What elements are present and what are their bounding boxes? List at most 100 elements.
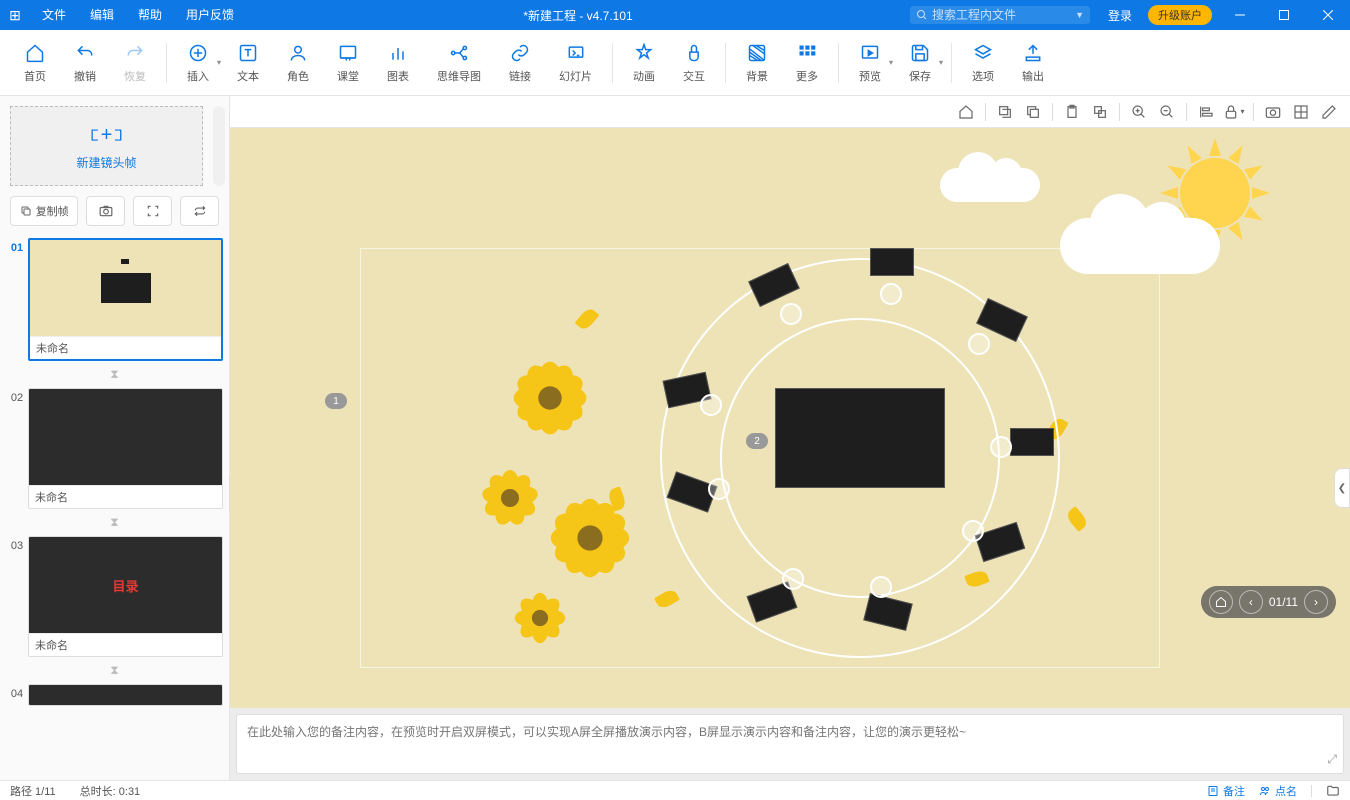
zoom-in-button[interactable] <box>1126 99 1152 125</box>
timer-icon[interactable]: ⧗ <box>6 661 223 684</box>
insert-button[interactable]: 插入▾ <box>173 34 223 92</box>
loop-button[interactable] <box>180 196 219 226</box>
class-icon <box>337 42 359 64</box>
search-box[interactable]: ▼ <box>910 6 1090 24</box>
link-label: 链接 <box>509 68 531 84</box>
redo-icon <box>124 42 146 64</box>
background-button[interactable]: 背景 <box>732 34 782 92</box>
mindmap-button[interactable]: 思维导图 <box>423 34 495 92</box>
undo-button[interactable]: 撤销 <box>60 34 110 92</box>
menu-file[interactable]: 文件 <box>30 0 78 30</box>
save-icon <box>909 42 931 64</box>
expand-icon[interactable]: ⤢ <box>1327 752 1337 767</box>
canvas-toolbar: ▾ <box>230 96 1350 128</box>
notes-toggle-label: 备注 <box>1223 783 1245 799</box>
link-button[interactable]: 链接 <box>495 34 545 92</box>
slide-button[interactable]: 幻灯片 <box>545 34 606 92</box>
path-node[interactable] <box>782 568 804 590</box>
output-label: 输出 <box>1022 68 1044 84</box>
nav-prev-button[interactable]: ‹ <box>1239 590 1263 614</box>
slide-thumbnail-1[interactable]: 未命名 <box>28 238 223 361</box>
snapshot-button[interactable] <box>1260 99 1286 125</box>
rollcall-button[interactable]: 点名 <box>1259 783 1297 799</box>
scrollbar[interactable] <box>213 106 225 186</box>
path-node[interactable] <box>962 520 984 542</box>
toolbar: 首页 撤销 恢复 插入▾ 文本 角色 课堂 图表 思维导图 链接 幻灯片 动画 … <box>0 30 1350 96</box>
right-panel-toggle[interactable]: ❮ <box>1334 468 1350 508</box>
edit-button[interactable] <box>1316 99 1342 125</box>
notes-input[interactable] <box>237 715 1343 773</box>
new-frame-button[interactable]: ┌┐+└┘ 新建镜头帧 <box>10 106 203 186</box>
minimize-button[interactable] <box>1218 0 1262 30</box>
output-button[interactable]: 输出 <box>1008 34 1058 92</box>
window-title: *新建工程 - v4.7.101 <box>246 7 910 24</box>
duplicate-button[interactable] <box>1087 99 1113 125</box>
search-dropdown-icon[interactable]: ▼ <box>1075 10 1084 20</box>
path-marker-1[interactable]: 1 <box>325 393 347 409</box>
nav-home-button[interactable] <box>1209 590 1233 614</box>
path-node[interactable] <box>990 436 1012 458</box>
home-view-button[interactable] <box>953 99 979 125</box>
slide-thumbnail-4[interactable] <box>28 684 223 706</box>
folder-button[interactable] <box>1326 784 1340 798</box>
paste-button[interactable] <box>1059 99 1085 125</box>
copy-button[interactable] <box>1020 99 1046 125</box>
background-icon <box>746 42 768 64</box>
text-button[interactable]: 文本 <box>223 34 273 92</box>
options-button[interactable]: 选项 <box>958 34 1008 92</box>
mini-slide[interactable] <box>1010 428 1054 456</box>
home-button[interactable]: 首页 <box>10 34 60 92</box>
preview-button[interactable]: 预览▾ <box>845 34 895 92</box>
align-button[interactable] <box>1193 99 1219 125</box>
chart-label: 图表 <box>387 68 409 84</box>
menu-feedback[interactable]: 用户反馈 <box>174 0 246 30</box>
mini-slide[interactable] <box>870 248 914 276</box>
notes-panel: ⤢ <box>236 714 1344 774</box>
lock-button[interactable]: ▾ <box>1221 99 1247 125</box>
upgrade-button[interactable]: 升级账户 <box>1148 5 1212 25</box>
slide-number: 01 <box>6 238 28 361</box>
path-node[interactable] <box>880 283 902 305</box>
toolbar-separator <box>612 43 613 83</box>
path-node[interactable] <box>708 478 730 500</box>
chart-button[interactable]: 图表 <box>373 34 423 92</box>
slide-thumbnail-2[interactable]: 未命名 <box>28 388 223 509</box>
notes-toggle-button[interactable]: 备注 <box>1207 783 1245 799</box>
path-node[interactable] <box>968 333 990 355</box>
slide-thumbnail-3[interactable]: 目录 未命名 <box>28 536 223 657</box>
search-input[interactable] <box>932 8 1062 22</box>
save-button[interactable]: 保存▾ <box>895 34 945 92</box>
grid-button[interactable] <box>1288 99 1314 125</box>
class-button[interactable]: 课堂 <box>323 34 373 92</box>
menu-edit[interactable]: 编辑 <box>78 0 126 30</box>
canvas[interactable]: 1 2 ‹ 01/11 › <box>230 128 1350 708</box>
redo-button[interactable]: 恢复 <box>110 34 160 92</box>
toolbar-separator <box>951 43 952 83</box>
save-label: 保存 <box>909 68 931 84</box>
maximize-button[interactable] <box>1262 0 1306 30</box>
statusbar: 路径 1/11 总时长: 0:31 备注 点名 <box>0 780 1350 800</box>
login-button[interactable]: 登录 <box>1098 7 1142 24</box>
cut-button[interactable] <box>992 99 1018 125</box>
center-slide[interactable] <box>775 388 945 488</box>
path-marker-2[interactable]: 2 <box>746 433 768 449</box>
copy-frame-button[interactable]: 复制帧 <box>10 196 78 226</box>
close-button[interactable] <box>1306 0 1350 30</box>
copy-frame-label: 复制帧 <box>36 203 69 219</box>
fullscreen-button[interactable] <box>133 196 172 226</box>
menu-help[interactable]: 帮助 <box>126 0 174 30</box>
path-node[interactable] <box>870 576 892 598</box>
animation-button[interactable]: 动画 <box>619 34 669 92</box>
role-button[interactable]: 角色 <box>273 34 323 92</box>
timer-icon[interactable]: ⧗ <box>6 365 223 388</box>
text-icon <box>237 42 259 64</box>
camera-button[interactable] <box>86 196 125 226</box>
path-node[interactable] <box>780 303 802 325</box>
more-button[interactable]: 更多 <box>782 34 832 92</box>
timer-icon[interactable]: ⧗ <box>6 513 223 536</box>
home-label: 首页 <box>24 68 46 84</box>
interact-button[interactable]: 交互 <box>669 34 719 92</box>
nav-next-button[interactable]: › <box>1304 590 1328 614</box>
path-node[interactable] <box>700 394 722 416</box>
zoom-out-button[interactable] <box>1154 99 1180 125</box>
